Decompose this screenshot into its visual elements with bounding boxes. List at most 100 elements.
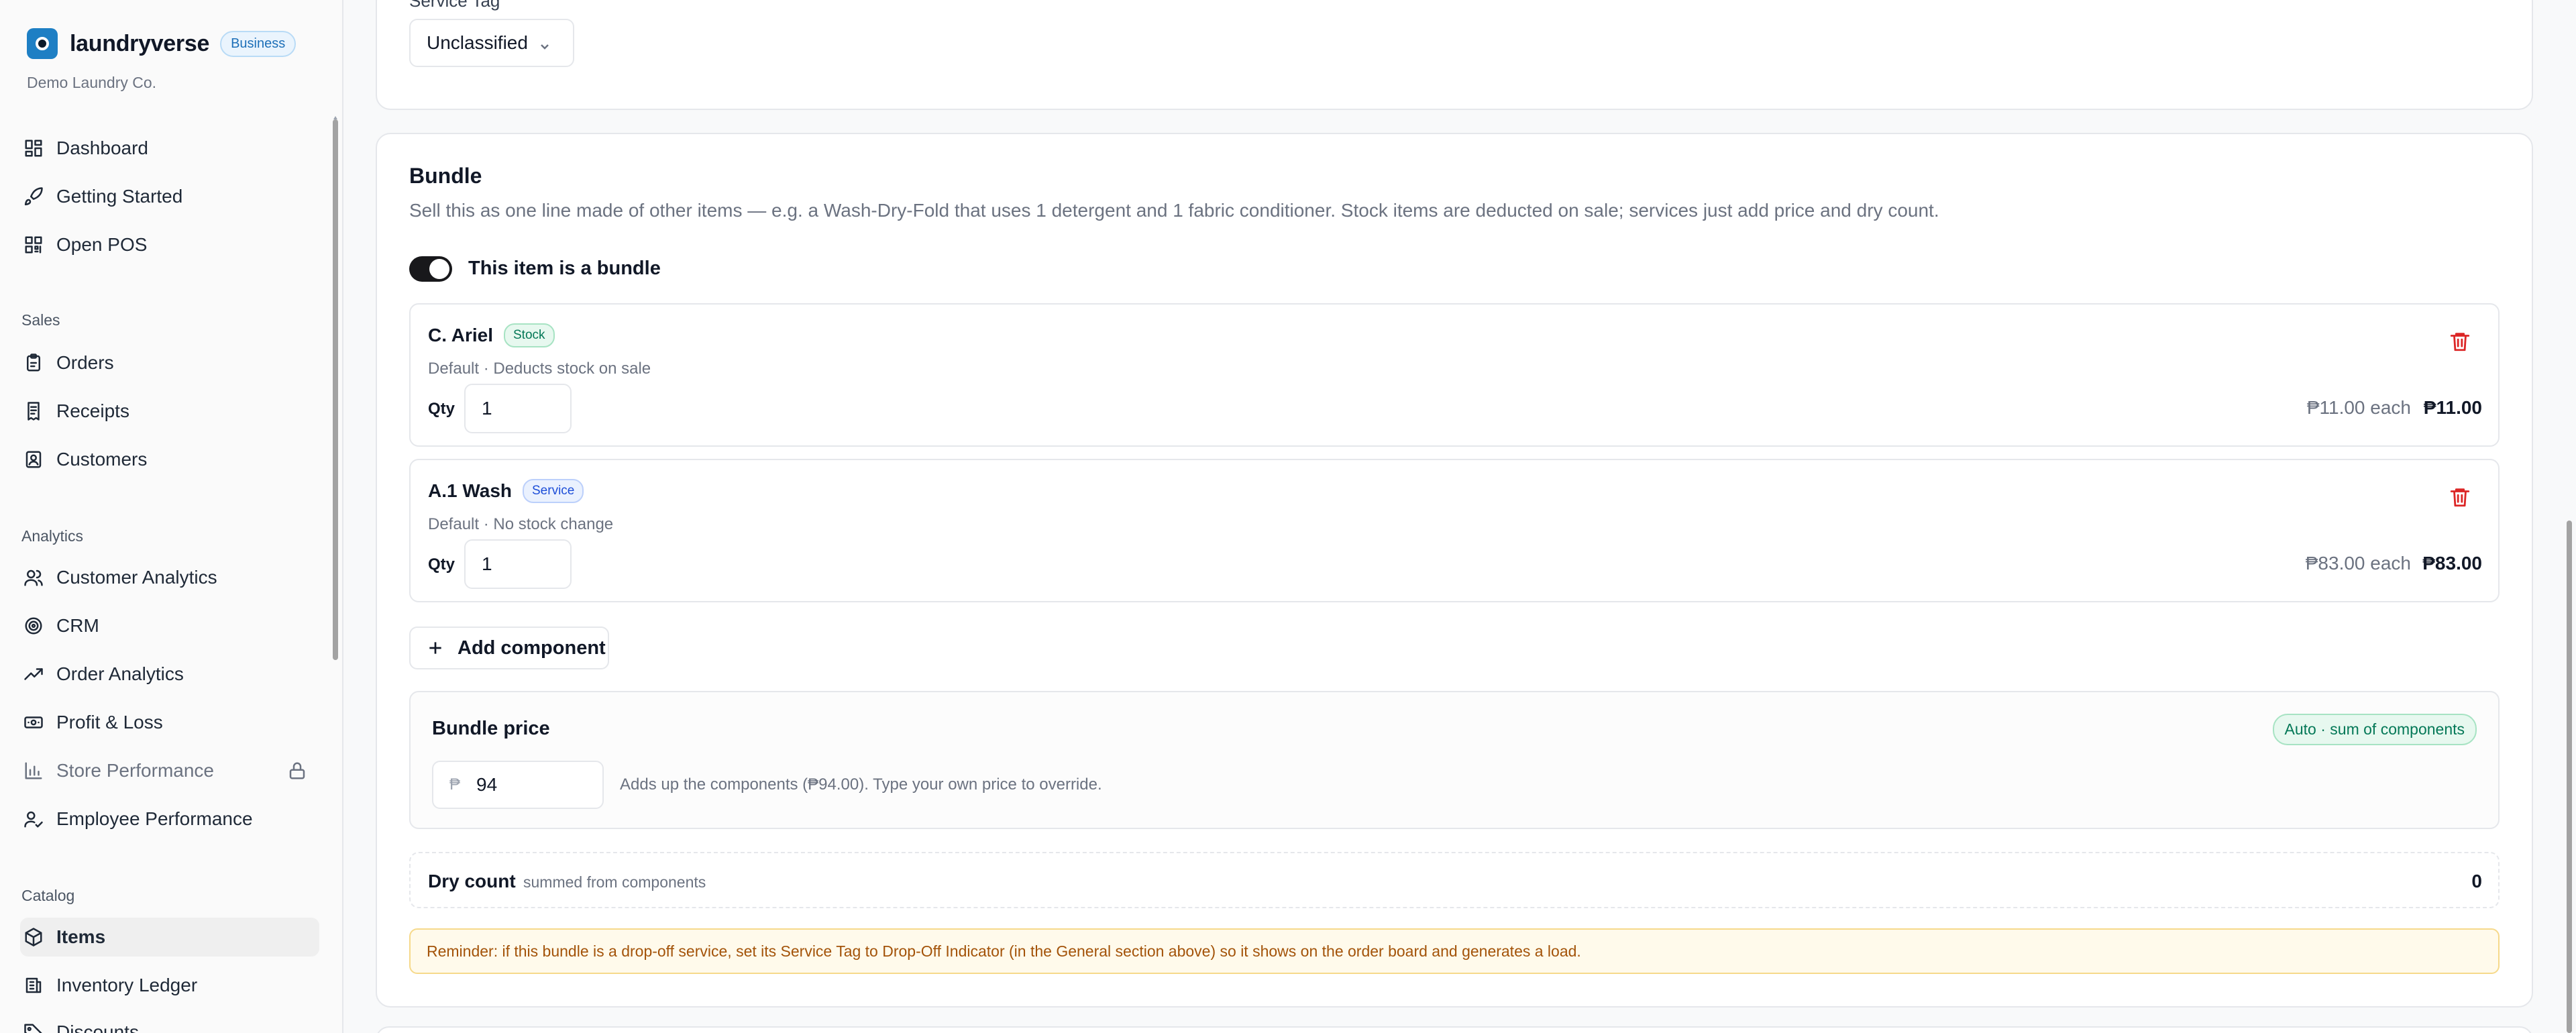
qty-label: Qty — [428, 555, 455, 574]
bundle-price-input[interactable]: ₱ 94 — [432, 761, 604, 809]
bundle-price-hint: Adds up the components (₱94.00). Type yo… — [620, 775, 1102, 794]
ledger-icon — [23, 975, 44, 996]
component-name: C. Ariel — [428, 325, 493, 345]
laundryverse-logo-icon — [27, 28, 58, 59]
bundle-price-value: 94 — [476, 774, 498, 795]
qty-input[interactable]: 1 — [464, 384, 572, 433]
general-card — [376, 0, 2533, 110]
sidebar-item-inventory-ledger[interactable]: Inventory Ledger — [20, 966, 319, 1005]
sidebar-item-label: Employee Performance — [56, 808, 253, 829]
bundle-price-title: Bundle price — [432, 718, 550, 739]
trash-icon[interactable] — [2449, 486, 2473, 510]
sidebar-item-label: Customer Analytics — [56, 567, 217, 588]
section-label-catalog: Catalog — [21, 887, 75, 904]
sidebar-item-label: CRM — [56, 615, 99, 636]
org-name: Demo Laundry Co. — [27, 74, 157, 91]
auto-price-badge: Auto · sum of components — [2272, 714, 2477, 745]
dry-count-value: 0 — [2471, 871, 2482, 891]
unit-price: ₱11.00 each — [2306, 397, 2411, 418]
sidebar-item-order-analytics[interactable]: Order Analytics — [20, 655, 319, 694]
bundle-description: Sell this as one line made of other item… — [409, 200, 1939, 221]
sidebar-item-customers[interactable]: Customers — [20, 440, 319, 479]
sidebar-item-orders[interactable]: Orders — [20, 343, 319, 382]
rocket-icon — [23, 186, 44, 207]
sidebar-item-store-performance[interactable]: Store Performance — [20, 751, 319, 790]
next-card — [376, 1026, 2533, 1033]
sidebar-item-label: Store Performance — [56, 760, 214, 781]
plus-icon — [429, 642, 441, 654]
unit-price: ₱83.00 each — [2305, 553, 2411, 574]
sidebar-item-label: Orders — [56, 352, 114, 373]
bundle-component: A.1 Wash Service Default · No stock chan… — [409, 459, 2500, 602]
target-icon — [23, 615, 44, 637]
component-name-row: C. Ariel Stock — [428, 323, 555, 347]
service-tag-value: Unclassified — [427, 32, 528, 53]
qr-icon — [23, 234, 44, 256]
sidebar-item-label: Receipts — [56, 400, 129, 421]
bundle-component: C. Ariel Stock Default · Deducts stock o… — [409, 303, 2500, 447]
user-check-icon — [23, 808, 44, 830]
tag-icon — [23, 1022, 44, 1033]
component-type-badge: Stock — [504, 323, 555, 347]
plan-badge: Business — [220, 30, 297, 57]
users-icon — [23, 567, 44, 588]
banknote-icon — [23, 712, 44, 733]
component-name-row: A.1 Wash Service — [428, 479, 584, 503]
sidebar-item-label: Discounts — [56, 1022, 139, 1033]
bundle-toggle-label: This item is a bundle — [468, 258, 661, 279]
add-component-label: Add component — [458, 637, 606, 659]
sidebar-item-label: Open POS — [56, 234, 148, 255]
chevron-down-icon — [538, 36, 551, 50]
component-subtitle: Default · No stock change — [428, 515, 614, 533]
bundle-price-panel: Bundle price Auto · sum of components ₱ … — [409, 691, 2500, 829]
trash-icon[interactable] — [2449, 330, 2473, 354]
sidebar-item-profit-loss[interactable]: Profit & Loss — [20, 703, 319, 742]
sidebar-item-label: Dashboard — [56, 138, 148, 158]
sidebar-item-label: Order Analytics — [56, 663, 184, 684]
sidebar-item-customer-analytics[interactable]: Customer Analytics — [20, 558, 319, 597]
brand[interactable]: laundryverse Business — [27, 27, 297, 60]
bundle-title: Bundle — [409, 164, 482, 188]
sidebar-item-label: Items — [56, 926, 106, 947]
trending-up-icon — [23, 663, 44, 685]
qty-input[interactable]: 1 — [464, 539, 572, 589]
line-total: ₱83.00 — [2422, 553, 2482, 574]
contact-icon — [23, 449, 44, 470]
component-type-badge: Service — [523, 479, 584, 503]
sidebar-item-label: Profit & Loss — [56, 712, 163, 732]
sidebar-scrollbar[interactable] — [333, 119, 338, 660]
line-total: ₱11.00 — [2423, 397, 2482, 418]
add-component-button[interactable]: Add component — [409, 627, 609, 669]
bundle-reminder: Reminder: if this bundle is a drop-off s… — [409, 928, 2500, 974]
dry-count-panel: Dry count summed from components 0 — [409, 852, 2500, 908]
grid-icon — [23, 138, 44, 159]
service-tag-label: Service Tag — [409, 0, 500, 11]
main-scrollbar[interactable] — [2567, 521, 2572, 1033]
currency-symbol: ₱ — [449, 775, 461, 794]
bar-chart-icon — [23, 760, 44, 781]
sidebar-item-items[interactable]: Items — [20, 918, 319, 957]
component-name: A.1 Wash — [428, 480, 512, 501]
sidebar-item-open-pos[interactable]: Open POS — [20, 225, 319, 264]
sidebar-item-label: Getting Started — [56, 186, 183, 207]
sidebar: laundryverse Business Demo Laundry Co. D… — [0, 0, 343, 1033]
dry-count-title: Dry count — [428, 871, 516, 891]
section-label-analytics: Analytics — [21, 527, 84, 545]
clipboard-icon — [23, 352, 44, 374]
package-icon — [23, 926, 44, 948]
brand-name: laundryverse — [70, 30, 210, 56]
section-label-sales: Sales — [21, 311, 60, 329]
receipt-icon — [23, 400, 44, 422]
sidebar-item-getting-started[interactable]: Getting Started — [20, 177, 319, 216]
bundle-toggle[interactable] — [409, 256, 452, 282]
sidebar-item-label: Customers — [56, 449, 148, 470]
component-subtitle: Default · Deducts stock on sale — [428, 360, 651, 378]
lock-icon — [287, 761, 307, 781]
service-tag-select[interactable]: Unclassified — [409, 19, 574, 67]
dry-count-subtitle: summed from components — [523, 873, 706, 891]
sidebar-item-crm[interactable]: CRM — [20, 606, 319, 645]
sidebar-item-dashboard[interactable]: Dashboard — [20, 129, 319, 168]
sidebar-item-receipts[interactable]: Receipts — [20, 392, 319, 431]
sidebar-item-discounts[interactable]: Discounts — [20, 1013, 319, 1033]
sidebar-item-employee-performance[interactable]: Employee Performance — [20, 800, 319, 838]
